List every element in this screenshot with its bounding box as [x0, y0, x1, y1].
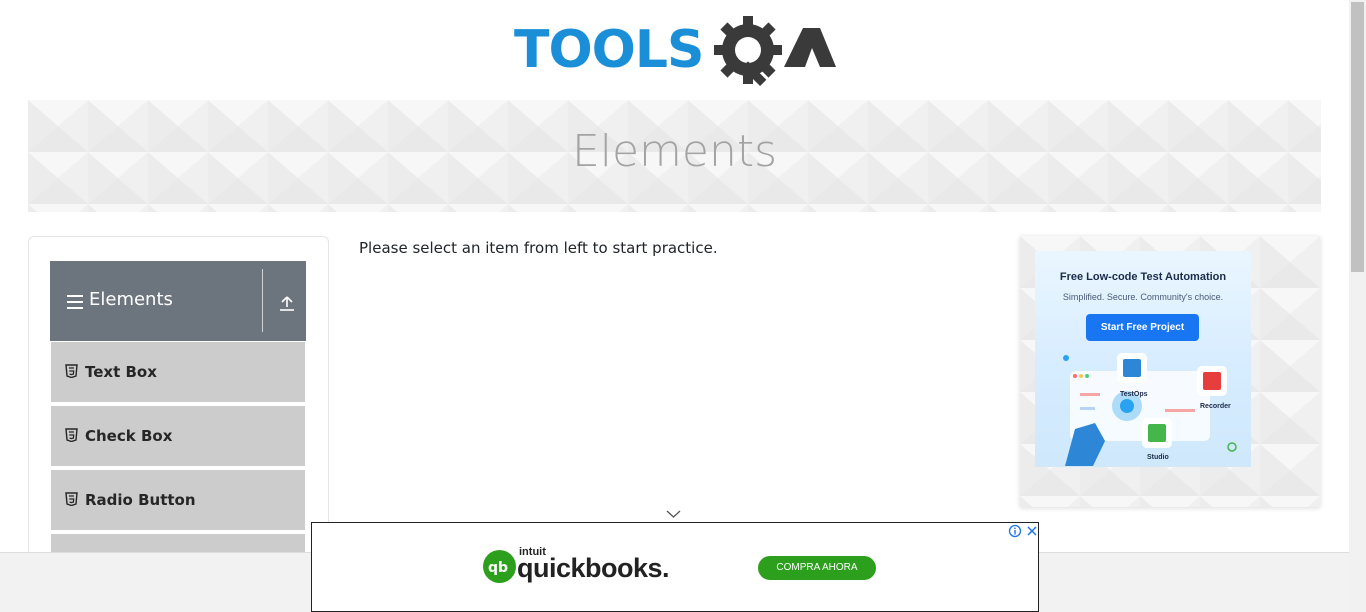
- bottom-ad[interactable]: qb intuit quickbooks. COMPRA AHORA: [311, 522, 1039, 612]
- collapse-up-icon[interactable]: [278, 294, 296, 312]
- quickbooks-logo-icon: qb: [483, 550, 516, 583]
- logo-text-tools: TOOLS: [514, 20, 703, 80]
- sidebar-item-label: Radio Button: [85, 491, 196, 509]
- html5-icon: [65, 492, 78, 506]
- header: TOOLS: [0, 0, 1349, 100]
- ad-card[interactable]: Free Low-code Test Automation Simplified…: [1035, 251, 1251, 467]
- elements-group-header[interactable]: Elements: [50, 261, 306, 341]
- ad-label-studio: Studio: [1147, 454, 1169, 461]
- sidebar-item-radio-button[interactable]: Radio Button: [51, 470, 305, 532]
- logo-a-shape: [784, 28, 836, 67]
- gear-icon: [714, 16, 782, 87]
- sidebar-item-text-box[interactable]: Text Box: [51, 342, 305, 404]
- ad-label-recorder: Recorder: [1200, 403, 1231, 410]
- scrollbar-thumb[interactable]: [1351, 2, 1364, 272]
- quickbooks-brand: quickbooks.: [517, 553, 670, 583]
- compra-ahora-button[interactable]: COMPRA AHORA: [758, 556, 876, 580]
- chevron-down-icon[interactable]: [666, 509, 681, 519]
- main-instruction: Please select an item from left to start…: [359, 239, 718, 257]
- svg-text:qb: qb: [488, 560, 508, 576]
- left-panel: Elements Text Box Check Box Radio Button: [28, 236, 329, 596]
- toolsqa-logo[interactable]: TOOLS: [514, 14, 840, 92]
- ad-illustration: [1063, 353, 1237, 466]
- side-ad[interactable]: Free Low-code Test Automation Simplified…: [1020, 236, 1320, 507]
- page: TOOLS Elements Elements Text Box Check B…: [0, 0, 1366, 612]
- sidebar-item-label: Check Box: [85, 427, 173, 445]
- page-title: Elements: [571, 126, 778, 177]
- close-icon[interactable]: [1025, 524, 1039, 538]
- page-banner: Elements: [28, 100, 1321, 212]
- html5-icon: [65, 364, 78, 378]
- ad-info-icon[interactable]: [1008, 524, 1022, 538]
- page-scrollbar[interactable]: [1349, 0, 1366, 612]
- sidebar-item-check-box[interactable]: Check Box: [51, 406, 305, 468]
- ad-label-testops: TestOps: [1120, 391, 1148, 398]
- hamburger-icon: [67, 295, 83, 309]
- header-divider: [262, 269, 263, 332]
- sidebar-item-label: Text Box: [85, 363, 157, 381]
- html5-icon: [65, 428, 78, 442]
- group-title: Elements: [89, 289, 173, 310]
